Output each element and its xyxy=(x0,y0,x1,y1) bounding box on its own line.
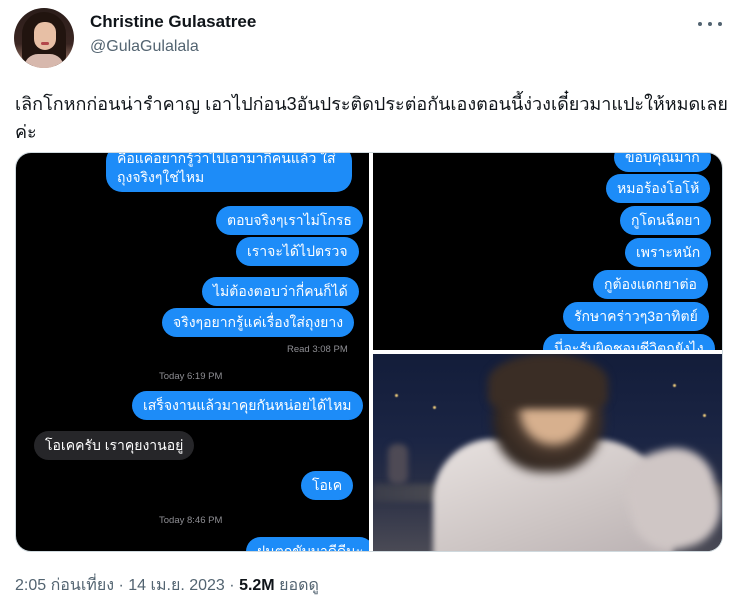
chat-screenshot-right[interactable]: ขอบคุณมาก หมอร้องโอโห้ กูโดนฉีดยา เพราะห… xyxy=(373,153,722,350)
chat-bubble: กูโดนฉีดยา xyxy=(620,206,712,235)
chat-bubble: หมอร้องโอโห้ xyxy=(606,174,711,203)
separator: · xyxy=(229,577,235,594)
blurred-photo[interactable] xyxy=(373,354,722,551)
chat-bubble: ตอบจริงๆเราไม่โกรธ xyxy=(216,206,363,235)
author-name[interactable]: Christine Gulasatree xyxy=(90,12,256,32)
chat-timestamp: Today 6:19 PM xyxy=(159,371,223,382)
chat-timestamp: Today 8:46 PM xyxy=(159,515,223,526)
tweet-meta: 2:05 ก่อนเที่ยง · 14 เม.ย. 2023 · 5.2M ย… xyxy=(15,573,319,598)
chat-bubble: เสร็จงานแล้วมาคุยกันหน่อยได้ไหม xyxy=(132,391,363,420)
tweet-time[interactable]: 2:05 ก่อนเที่ยง xyxy=(15,577,114,594)
chat-bubble-received: โอเคครับ เราคุยงานอยู่ xyxy=(34,431,195,460)
chat-bubble: คือแค่อยากรู้ว่าไปเอามากี่คนแล้ว ใส่ถุงจ… xyxy=(106,153,352,192)
chat-bubble: กูต้องแดกยาต่อ xyxy=(593,270,708,299)
chat-bubble: จริงๆอยากรู้แค่เรื่องใส่ถุงยาง xyxy=(162,308,355,337)
media-grid: คือแค่อยากรู้ว่าไปเอามากี่คนแล้ว ใส่ถุงจ… xyxy=(15,152,723,552)
chat-screenshot-left[interactable]: คือแค่อยากรู้ว่าไปเอามากี่คนแล้ว ใส่ถุงจ… xyxy=(16,153,369,551)
chat-bubble: เพราะหนัก xyxy=(625,238,712,267)
chat-bubble: รักษาคร่าวๆ3อาทิตย์ xyxy=(563,302,709,331)
chat-bubble: ไม่ต้องตอบว่ากี่คนก็ได้ xyxy=(202,277,359,306)
author-handle[interactable]: @GulaGulalala xyxy=(90,38,199,56)
chat-bubble: ฝนตกขับมาดีดีนะ xyxy=(246,537,369,551)
views-count: 5.2M xyxy=(239,577,275,594)
avatar[interactable] xyxy=(14,8,74,68)
chat-bubble: ขอบคุณมาก xyxy=(614,153,711,172)
more-icon[interactable] xyxy=(698,14,722,34)
tweet: Christine Gulasatree @GulaGulalala เลิกโ… xyxy=(0,0,752,608)
chat-bubble: โอเค xyxy=(301,471,354,500)
read-receipt: Read 3:08 PM xyxy=(287,344,348,355)
chat-bubble: นี่จะรับผิดชอบชีวิตกูยังไง xyxy=(543,334,715,350)
views-label: ยอดดู xyxy=(279,577,319,594)
tweet-date[interactable]: 14 เม.ย. 2023 xyxy=(128,577,225,594)
tweet-text: เลิกโกหกก่อนน่ารำคาญ เอาไปก่อน3อันประติด… xyxy=(15,94,728,142)
chat-bubble: เราจะได้ไปตรวจ xyxy=(236,237,359,266)
separator: · xyxy=(118,577,124,594)
